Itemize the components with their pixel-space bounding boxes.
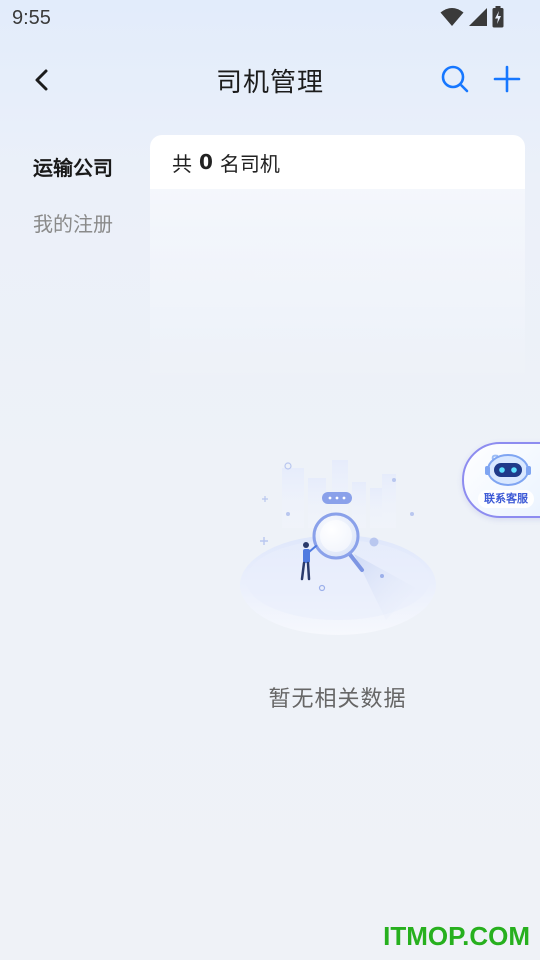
status-time: 9:55 — [12, 7, 51, 29]
wifi-icon — [440, 8, 464, 26]
status-bar: 9:55 — [0, 0, 540, 36]
search-icon — [441, 65, 469, 93]
list-area — [150, 189, 525, 389]
customer-service-label: 联系客服 — [478, 490, 534, 508]
driver-count-card: 共 0 名司机 — [150, 135, 525, 189]
driver-count-number: 0 — [199, 150, 213, 174]
customer-service-button[interactable]: 联系客服 — [462, 442, 540, 518]
plus-icon — [493, 65, 521, 93]
header: 司机管理 — [0, 50, 540, 108]
robot-icon — [485, 454, 531, 486]
side-item-my-registration[interactable]: 我的注册 — [0, 194, 150, 250]
side-menu: 运输公司 我的注册 — [0, 138, 150, 250]
battery-charging-icon — [492, 6, 504, 28]
driver-count-suffix: 名司机 — [219, 151, 280, 176]
side-item-transport-company[interactable]: 运输公司 — [0, 138, 150, 194]
add-button[interactable] — [486, 58, 528, 100]
empty-state-text: 暂无相关数据 — [268, 687, 407, 712]
signal-icon — [469, 8, 487, 26]
search-button[interactable] — [434, 58, 476, 100]
driver-count-prefix: 共 — [172, 151, 192, 176]
empty-search-illustration — [236, 452, 440, 642]
watermark: ITMOP.COM — [383, 921, 530, 951]
status-icons — [440, 6, 504, 28]
